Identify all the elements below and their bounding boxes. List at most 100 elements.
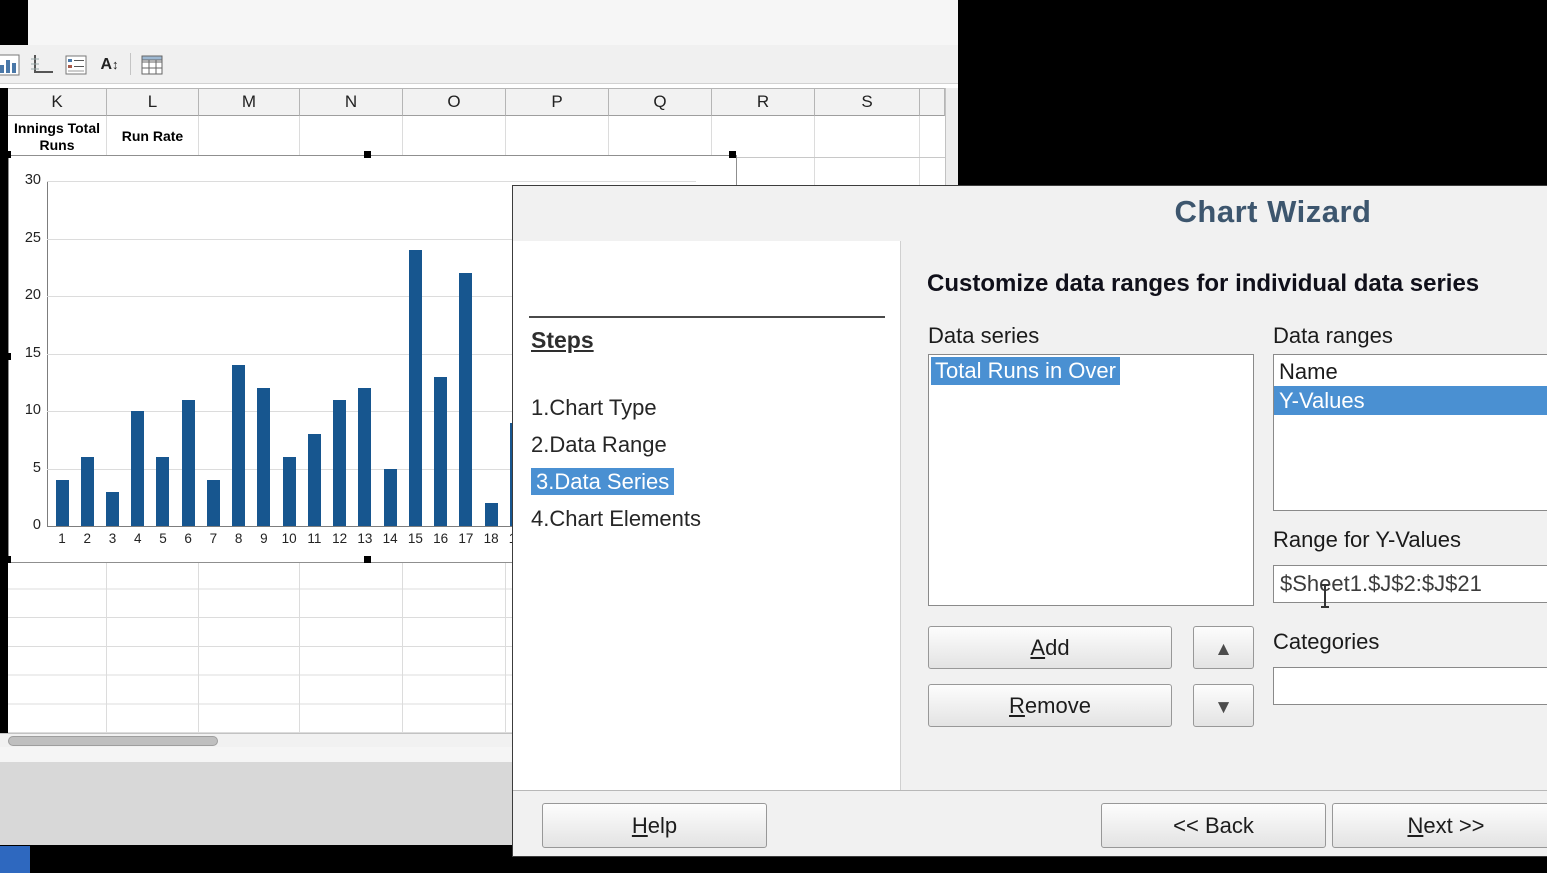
x-tick-label: 12: [328, 531, 352, 546]
up-arrow-icon: ▲: [1214, 639, 1233, 660]
selection-handle[interactable]: [729, 151, 736, 158]
cell-l1[interactable]: Run Rate: [107, 116, 199, 158]
step-label: 3.Data Series: [531, 468, 674, 495]
data-range-item-name[interactable]: Name: [1274, 357, 1547, 386]
x-tick-label: 1: [50, 531, 74, 546]
x-tick-label: 2: [75, 531, 99, 546]
add-button[interactable]: Add: [928, 626, 1172, 669]
selection-handle[interactable]: [364, 151, 371, 158]
x-tick-label: 14: [378, 531, 402, 546]
column-header-k[interactable]: K: [8, 88, 107, 116]
chart-bar: [156, 457, 169, 526]
data-series-label: Data series: [928, 323, 1039, 349]
selection-handle[interactable]: [364, 556, 371, 563]
x-tick-label: 13: [353, 531, 377, 546]
move-down-button[interactable]: ▼: [1193, 684, 1254, 727]
chart-bar: [257, 388, 270, 526]
steps-divider: [529, 316, 885, 318]
chart-bar: [308, 434, 321, 526]
move-up-button[interactable]: ▲: [1193, 626, 1254, 669]
x-tick-label: 4: [126, 531, 150, 546]
chart-toolbar: A↕: [0, 45, 958, 84]
data-range-item-yvalues[interactable]: Y-Values: [1274, 386, 1547, 415]
y-tick-label: 20: [9, 287, 41, 303]
window-top-strip: [0, 0, 958, 45]
step-data-series[interactable]: 3.Data Series: [531, 467, 674, 497]
x-tick-label: 8: [227, 531, 251, 546]
chart-bar: [384, 469, 397, 527]
y-tick-label: 5: [9, 460, 41, 476]
chart-bar: [106, 492, 119, 527]
chart-bar: [485, 503, 498, 526]
y-tick-label: 0: [9, 517, 41, 533]
step-label: 1.Chart Type: [531, 395, 657, 420]
x-tick-label: 18: [479, 531, 503, 546]
step-chart-type[interactable]: 1.Chart Type: [531, 393, 657, 423]
chart-bar: [207, 480, 220, 526]
column-header-o[interactable]: O: [403, 88, 506, 116]
gridline: [47, 181, 696, 182]
remove-button[interactable]: Remove: [928, 684, 1172, 727]
data-ranges-label: Data ranges: [1273, 323, 1393, 349]
chart-bar: [81, 457, 94, 526]
chart-bar: [459, 273, 472, 526]
range-for-y-values-label: Range for Y-Values: [1273, 527, 1461, 553]
dialog-title: Chart Wizard: [973, 194, 1547, 230]
chart-bar: [358, 388, 371, 526]
column-header-l[interactable]: L: [107, 88, 199, 116]
x-tick-label: 6: [176, 531, 200, 546]
x-tick-label: 15: [403, 531, 427, 546]
x-tick-label: 3: [100, 531, 124, 546]
screen-corner-black: [0, 0, 28, 45]
step-data-range[interactable]: 2.Data Range: [531, 430, 667, 460]
chart-bar: [333, 400, 346, 527]
x-tick-label: 10: [277, 531, 301, 546]
step-label: 4.Chart Elements: [531, 506, 701, 531]
y-tick-label: 10: [9, 402, 41, 418]
column-header-partial[interactable]: [920, 88, 945, 116]
scrollbar-thumb[interactable]: [8, 736, 218, 746]
chart-wizard-dialog: Chart Wizard Steps 1.Chart Type 2.Data R…: [512, 185, 1547, 857]
categories-label: Categories: [1273, 629, 1379, 655]
column-header-n[interactable]: N: [300, 88, 403, 116]
column-header-s[interactable]: S: [815, 88, 920, 116]
x-tick-label: 11: [302, 531, 326, 546]
next-button[interactable]: Next >>: [1332, 803, 1547, 848]
column-header-p[interactable]: P: [506, 88, 609, 116]
x-tick-label: 17: [454, 531, 478, 546]
chart-bar: [56, 480, 69, 526]
chart-bar: [434, 377, 447, 527]
data-series-item-selected[interactable]: Total Runs in Over: [931, 357, 1120, 385]
y-tick-label: 25: [9, 230, 41, 246]
legend-icon[interactable]: [62, 51, 89, 78]
x-tick-label: 9: [252, 531, 276, 546]
steps-panel: Steps 1.Chart Type 2.Data Range 3.Data S…: [513, 241, 901, 791]
scale-text-icon[interactable]: A↕: [96, 51, 123, 78]
steps-heading: Steps: [531, 327, 594, 354]
step-label: 2.Data Range: [531, 432, 667, 457]
desktop-corner-fragment: [0, 846, 30, 873]
ibeam-cursor: [1320, 584, 1330, 608]
help-button[interactable]: Help: [542, 803, 767, 848]
data-table-icon[interactable]: [138, 51, 165, 78]
chart-area-icon[interactable]: [0, 51, 21, 78]
axes-grid-icon[interactable]: [28, 51, 55, 78]
window-left-crop: [0, 88, 8, 733]
chart-bar: [232, 365, 245, 526]
x-tick-label: 5: [151, 531, 175, 546]
column-header-q[interactable]: Q: [609, 88, 712, 116]
categories-input[interactable]: [1273, 667, 1547, 705]
data-series-listbox[interactable]: Total Runs in Over: [928, 354, 1254, 606]
cell-k1[interactable]: Innings Total Runs: [8, 116, 107, 158]
y-tick-label: 30: [9, 172, 41, 188]
data-ranges-listbox[interactable]: Name Y-Values: [1273, 354, 1547, 511]
column-header-r[interactable]: R: [712, 88, 815, 116]
step-chart-elements[interactable]: 4.Chart Elements: [531, 504, 701, 534]
chart-bar: [409, 250, 422, 526]
back-button[interactable]: << Back: [1101, 803, 1326, 848]
x-tick-label: 7: [201, 531, 225, 546]
column-header-m[interactable]: M: [199, 88, 300, 116]
range-for-y-values-input[interactable]: [1273, 565, 1547, 603]
y-tick-label: 15: [9, 345, 41, 361]
dialog-footer-divider: [513, 790, 1547, 791]
